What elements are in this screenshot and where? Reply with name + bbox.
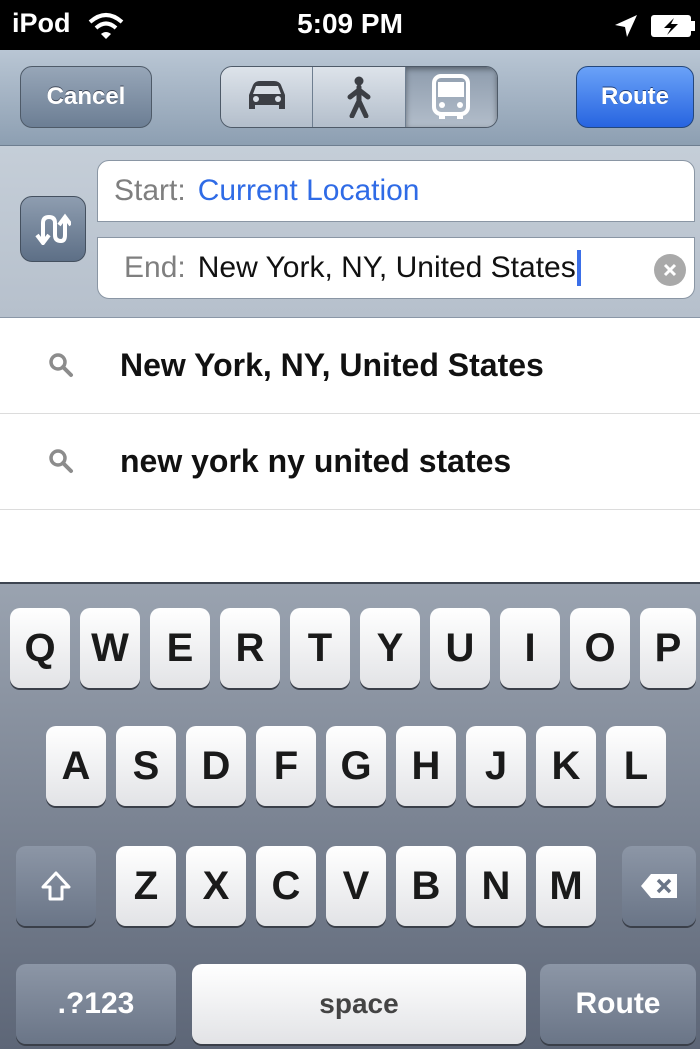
key-t[interactable]: T (290, 608, 350, 688)
space-key[interactable]: space (192, 964, 526, 1044)
shift-icon (41, 871, 71, 901)
cancel-button[interactable]: Cancel (20, 66, 152, 128)
directions-fields: Start: Current Location End: New York, N… (0, 146, 700, 318)
key-h[interactable]: H (396, 726, 456, 806)
key-q[interactable]: Q (10, 608, 70, 688)
end-field[interactable]: End: New York, NY, United States (97, 237, 695, 299)
end-label: End: (124, 251, 186, 284)
suggestion-text: New York, NY, United States (120, 347, 544, 383)
search-icon (49, 353, 73, 377)
text-cursor (576, 250, 581, 286)
start-value: Current Location (197, 174, 420, 207)
suggestion-item[interactable]: new york ny united states (0, 414, 700, 510)
mode-transit[interactable] (405, 67, 497, 127)
suggestion-text: new york ny united states (120, 443, 512, 479)
keyboard: Q W E R T Y U I O P A S D F G H J K L Z … (0, 582, 700, 1049)
key-j[interactable]: J (466, 726, 526, 806)
status-bar: iPod 5:09 PM (0, 0, 700, 50)
battery-charging-icon (651, 15, 695, 37)
transport-mode-selector (220, 66, 498, 128)
key-o[interactable]: O (570, 608, 630, 688)
return-route-key[interactable]: Route (540, 964, 696, 1044)
key-u[interactable]: U (430, 608, 490, 688)
delete-key[interactable] (622, 846, 696, 926)
nav-bar: Cancel Route (0, 50, 700, 146)
key-e[interactable]: E (150, 608, 210, 688)
key-y[interactable]: Y (360, 608, 420, 688)
key-z[interactable]: Z (116, 846, 176, 926)
key-w[interactable]: W (80, 608, 140, 688)
search-icon (49, 449, 73, 473)
mode-walking[interactable] (313, 67, 406, 127)
key-c[interactable]: C (256, 846, 316, 926)
key-i[interactable]: I (500, 608, 560, 688)
key-m[interactable]: M (536, 846, 596, 926)
location-arrow-icon (615, 15, 637, 37)
end-value: New York, NY, United States (197, 251, 576, 284)
key-n[interactable]: N (466, 846, 526, 926)
bus-icon (432, 74, 471, 119)
key-l[interactable]: L (606, 726, 666, 806)
mode-car[interactable] (221, 67, 314, 127)
start-field[interactable]: Start: Current Location (97, 160, 695, 222)
walking-icon (347, 76, 371, 118)
key-k[interactable]: K (536, 726, 596, 806)
key-s[interactable]: S (116, 726, 176, 806)
key-p[interactable]: P (640, 608, 696, 688)
route-button[interactable]: Route (576, 66, 694, 128)
car-icon (248, 81, 285, 109)
key-r[interactable]: R (220, 608, 280, 688)
key-a[interactable]: A (46, 726, 106, 806)
status-time: 5:09 PM (297, 8, 403, 39)
key-f[interactable]: F (256, 726, 316, 806)
key-g[interactable]: G (326, 726, 386, 806)
key-x[interactable]: X (186, 846, 246, 926)
swap-arrows-icon (35, 213, 71, 245)
key-v[interactable]: V (326, 846, 386, 926)
numbers-key[interactable]: .?123 (16, 964, 176, 1044)
clear-text-icon[interactable] (654, 254, 686, 286)
key-d[interactable]: D (186, 726, 246, 806)
start-label: Start: (114, 174, 186, 207)
backspace-icon (641, 874, 677, 898)
suggestion-item[interactable]: New York, NY, United States (0, 318, 700, 414)
suggestion-list: New York, NY, United States new york ny … (0, 318, 700, 510)
shift-key[interactable] (16, 846, 96, 926)
key-b[interactable]: B (396, 846, 456, 926)
swap-locations-button[interactable] (20, 196, 86, 262)
